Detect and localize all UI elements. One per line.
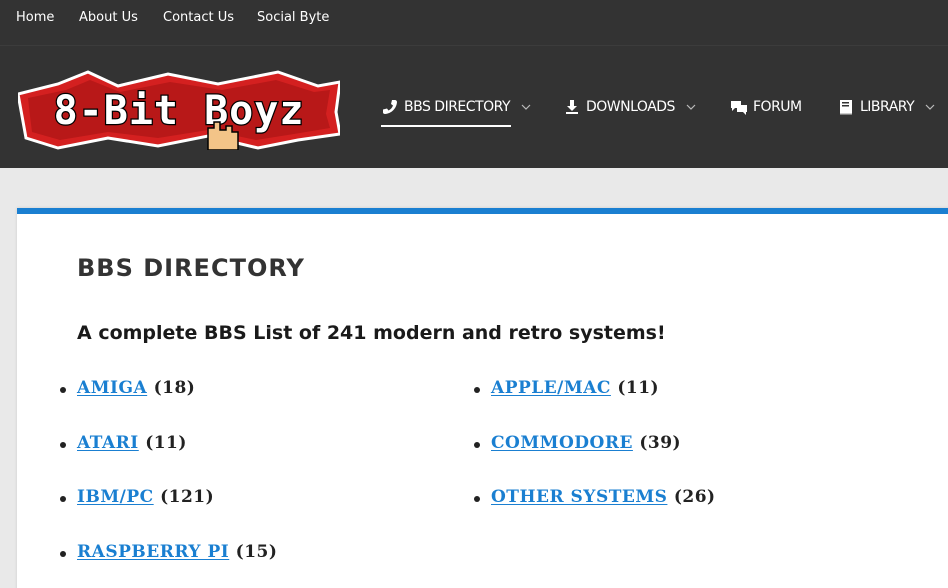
nav-library[interactable]: LIBRARY (837, 96, 937, 118)
bullet (60, 387, 66, 393)
nav-downloads-label: DOWNLOADS (586, 99, 675, 115)
content-card: BBS DIRECTORY A complete BBS List of 241… (17, 208, 948, 588)
bullet (60, 551, 66, 557)
nav-bbs-directory-label: BBS DIRECTORY (404, 99, 511, 115)
topbar-link-social-byte[interactable]: Social Byte (257, 10, 329, 25)
list-item: AMIGA (18) (60, 378, 196, 398)
category-link-other-systems[interactable]: OTHER SYSTEMS (491, 487, 667, 507)
bullet (60, 442, 66, 448)
category-count: (15) (235, 542, 278, 562)
phone-icon (381, 98, 399, 116)
topbar-link-home[interactable]: Home (16, 10, 54, 25)
category-count: (18) (153, 378, 196, 398)
download-icon (563, 98, 581, 116)
category-link-apple-mac[interactable]: APPLE/MAC (491, 378, 611, 398)
chevron-down-icon (925, 101, 937, 113)
category-count: (39) (639, 433, 682, 453)
nav-forum-label: FORUM (753, 99, 802, 115)
nav-forum[interactable]: FORUM (730, 96, 802, 118)
list-item: ATARI (11) (60, 433, 187, 453)
category-count: (26) (673, 487, 716, 507)
nav-bbs-directory[interactable]: BBS DIRECTORY (381, 96, 533, 118)
nav-downloads[interactable]: DOWNLOADS (563, 96, 698, 118)
page-subtitle: A complete BBS List of 241 modern and re… (77, 322, 666, 344)
site-header: 8-Bit Boyz BBS DIRECTORY DOWNLOADS FORUM (0, 45, 948, 168)
svg-text:8-Bit Boyz: 8-Bit Boyz (54, 88, 305, 134)
top-bar: Home About Us Contact Us Social Byte (0, 0, 948, 45)
category-count: (11) (617, 378, 660, 398)
site-logo[interactable]: 8-Bit Boyz (16, 68, 342, 154)
bullet (60, 496, 66, 502)
list-item: OTHER SYSTEMS (26) (474, 487, 716, 507)
nav-active-indicator (381, 125, 511, 127)
list-item: APPLE/MAC (11) (474, 378, 660, 398)
list-item: IBM/PC (121) (60, 487, 215, 507)
bullet (474, 442, 480, 448)
bullet (474, 496, 480, 502)
category-link-raspberry-pi[interactable]: RASPBERRY PI (77, 542, 229, 562)
category-count: (121) (160, 487, 215, 507)
category-link-ibm-pc[interactable]: IBM/PC (77, 487, 154, 507)
list-item: RASPBERRY PI (15) (60, 542, 278, 562)
topbar-link-about[interactable]: About Us (79, 10, 138, 25)
chevron-down-icon (521, 101, 533, 113)
logo-image: 8-Bit Boyz (16, 70, 342, 151)
page-title: BBS DIRECTORY (77, 254, 305, 282)
list-item: COMMODORE (39) (474, 433, 682, 453)
category-count: (11) (145, 433, 187, 453)
category-link-atari[interactable]: ATARI (77, 433, 139, 453)
chat-bubbles-icon (730, 98, 748, 116)
book-icon (837, 98, 855, 116)
bullet (474, 387, 480, 393)
category-link-amiga[interactable]: AMIGA (77, 378, 147, 398)
nav-library-label: LIBRARY (860, 99, 915, 115)
chevron-down-icon (686, 101, 698, 113)
category-link-commodore[interactable]: COMMODORE (491, 433, 633, 453)
topbar-link-contact[interactable]: Contact Us (163, 10, 234, 25)
